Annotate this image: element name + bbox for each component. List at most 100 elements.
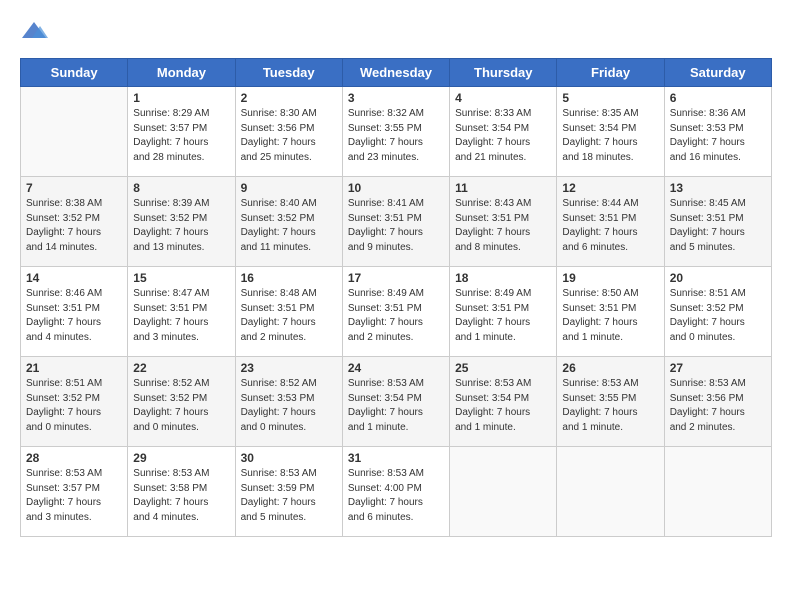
- calendar-cell: 8 Sunrise: 8:39 AM Sunset: 3:52 PM Daylig…: [128, 177, 235, 267]
- weekday-header-thursday: Thursday: [450, 59, 557, 87]
- page-header: [20, 20, 772, 42]
- weekday-header-saturday: Saturday: [664, 59, 771, 87]
- calendar-cell: 23 Sunrise: 8:52 AM Sunset: 3:53 PM Dayli…: [235, 357, 342, 447]
- day-number: 5: [562, 91, 658, 105]
- calendar-cell: 18 Sunrise: 8:49 AM Sunset: 3:51 PM Dayli…: [450, 267, 557, 357]
- weekday-header-tuesday: Tuesday: [235, 59, 342, 87]
- calendar-week-row: 28Sunrise: 8:53 AM Sunset: 3:57 PM Dayli…: [21, 447, 772, 537]
- day-number: 20: [670, 271, 766, 285]
- cell-content: Sunrise: 8:48 AM Sunset: 3:51 PM Dayligh…: [241, 287, 337, 345]
- day-number: 3: [348, 91, 444, 105]
- calendar-cell: 17 Sunrise: 8:49 AM Sunset: 3:51 PM Dayli…: [342, 267, 449, 357]
- cell-content: Sunrise: 8:38 AM Sunset: 3:52 PM Dayligh…: [26, 197, 122, 255]
- calendar-cell: [21, 87, 128, 177]
- day-number: 26: [562, 361, 658, 375]
- calendar-week-row: 1Sunrise: 8:29 AM Sunset: 3:57 PM Daylig…: [21, 87, 772, 177]
- day-number: 18: [455, 271, 551, 285]
- cell-content: Sunrise: 8:32 AM Sunset: 3:55 PM Dayligh…: [348, 107, 444, 165]
- cell-content: Sunrise: 8:49 AM Sunset: 3:51 PM Dayligh…: [455, 287, 551, 345]
- day-number: 12: [562, 181, 658, 195]
- day-number: 29: [133, 451, 229, 465]
- calendar-cell: 28Sunrise: 8:53 AM Sunset: 3:57 PM Dayli…: [21, 447, 128, 537]
- day-number: 30: [241, 451, 337, 465]
- calendar-cell: 29 Sunrise: 8:53 AM Sunset: 3:58 PM Dayli…: [128, 447, 235, 537]
- day-number: 10: [348, 181, 444, 195]
- cell-content: Sunrise: 8:49 AM Sunset: 3:51 PM Dayligh…: [348, 287, 444, 345]
- weekday-header-wednesday: Wednesday: [342, 59, 449, 87]
- calendar-week-row: 21 Sunrise: 8:51 AM Sunset: 3:52 PM Dayli…: [21, 357, 772, 447]
- cell-content: Sunrise: 8:53 AM Sunset: 3:59 PM Dayligh…: [241, 467, 337, 525]
- day-number: 28: [26, 451, 122, 465]
- cell-content: Sunrise: 8:40 AM Sunset: 3:52 PM Dayligh…: [241, 197, 337, 255]
- logo: [20, 20, 52, 42]
- cell-content: Sunrise: 8:41 AM Sunset: 3:51 PM Dayligh…: [348, 197, 444, 255]
- day-number: 14: [26, 271, 122, 285]
- day-number: 24: [348, 361, 444, 375]
- calendar-cell: 4 Sunrise: 8:33 AM Sunset: 3:54 PM Daylig…: [450, 87, 557, 177]
- day-number: 9: [241, 181, 337, 195]
- cell-content: Sunrise: 8:53 AM Sunset: 3:54 PM Dayligh…: [348, 377, 444, 435]
- cell-content: Sunrise: 8:30 AM Sunset: 3:56 PM Dayligh…: [241, 107, 337, 165]
- day-number: 21: [26, 361, 122, 375]
- calendar-cell: 31 Sunrise: 8:53 AM Sunset: 4:00 PM Dayli…: [342, 447, 449, 537]
- calendar-cell: 24 Sunrise: 8:53 AM Sunset: 3:54 PM Dayli…: [342, 357, 449, 447]
- calendar-header: SundayMondayTuesdayWednesdayThursdayFrid…: [21, 59, 772, 87]
- cell-content: Sunrise: 8:33 AM Sunset: 3:54 PM Dayligh…: [455, 107, 551, 165]
- calendar-cell: 14Sunrise: 8:46 AM Sunset: 3:51 PM Dayli…: [21, 267, 128, 357]
- calendar-cell: 12 Sunrise: 8:44 AM Sunset: 3:51 PM Dayli…: [557, 177, 664, 267]
- calendar-cell: 7Sunrise: 8:38 AM Sunset: 3:52 PM Daylig…: [21, 177, 128, 267]
- day-number: 23: [241, 361, 337, 375]
- calendar-cell: 20 Sunrise: 8:51 AM Sunset: 3:52 PM Dayli…: [664, 267, 771, 357]
- day-number: 25: [455, 361, 551, 375]
- day-number: 22: [133, 361, 229, 375]
- calendar-body: 1Sunrise: 8:29 AM Sunset: 3:57 PM Daylig…: [21, 87, 772, 537]
- day-number: 19: [562, 271, 658, 285]
- cell-content: Sunrise: 8:53 AM Sunset: 3:54 PM Dayligh…: [455, 377, 551, 435]
- calendar-cell: 21 Sunrise: 8:51 AM Sunset: 3:52 PM Dayli…: [21, 357, 128, 447]
- cell-content: Sunrise: 8:44 AM Sunset: 3:51 PM Dayligh…: [562, 197, 658, 255]
- calendar-cell: 11Sunrise: 8:43 AM Sunset: 3:51 PM Dayli…: [450, 177, 557, 267]
- cell-content: Sunrise: 8:52 AM Sunset: 3:53 PM Dayligh…: [241, 377, 337, 435]
- cell-content: Sunrise: 8:51 AM Sunset: 3:52 PM Dayligh…: [670, 287, 766, 345]
- calendar-cell: 6 Sunrise: 8:36 AM Sunset: 3:53 PM Daylig…: [664, 87, 771, 177]
- day-number: 15: [133, 271, 229, 285]
- calendar-cell: [664, 447, 771, 537]
- calendar-cell: 2 Sunrise: 8:30 AM Sunset: 3:56 PM Daylig…: [235, 87, 342, 177]
- day-number: 17: [348, 271, 444, 285]
- calendar-cell: 15 Sunrise: 8:47 AM Sunset: 3:51 PM Dayli…: [128, 267, 235, 357]
- calendar-cell: 27Sunrise: 8:53 AM Sunset: 3:56 PM Dayli…: [664, 357, 771, 447]
- day-number: 4: [455, 91, 551, 105]
- calendar-cell: 5 Sunrise: 8:35 AM Sunset: 3:54 PM Daylig…: [557, 87, 664, 177]
- cell-content: Sunrise: 8:50 AM Sunset: 3:51 PM Dayligh…: [562, 287, 658, 345]
- cell-content: Sunrise: 8:53 AM Sunset: 3:56 PM Dayligh…: [670, 377, 766, 435]
- cell-content: Sunrise: 8:53 AM Sunset: 3:55 PM Dayligh…: [562, 377, 658, 435]
- calendar-cell: 25 Sunrise: 8:53 AM Sunset: 3:54 PM Dayli…: [450, 357, 557, 447]
- calendar-cell: 16Sunrise: 8:48 AM Sunset: 3:51 PM Dayli…: [235, 267, 342, 357]
- day-number: 8: [133, 181, 229, 195]
- cell-content: Sunrise: 8:39 AM Sunset: 3:52 PM Dayligh…: [133, 197, 229, 255]
- cell-content: Sunrise: 8:45 AM Sunset: 3:51 PM Dayligh…: [670, 197, 766, 255]
- cell-content: Sunrise: 8:53 AM Sunset: 4:00 PM Dayligh…: [348, 467, 444, 525]
- calendar-cell: [557, 447, 664, 537]
- calendar-cell: 19 Sunrise: 8:50 AM Sunset: 3:51 PM Dayli…: [557, 267, 664, 357]
- calendar-cell: 9 Sunrise: 8:40 AM Sunset: 3:52 PM Daylig…: [235, 177, 342, 267]
- day-number: 6: [670, 91, 766, 105]
- calendar-cell: 3 Sunrise: 8:32 AM Sunset: 3:55 PM Daylig…: [342, 87, 449, 177]
- cell-content: Sunrise: 8:47 AM Sunset: 3:51 PM Dayligh…: [133, 287, 229, 345]
- day-number: 31: [348, 451, 444, 465]
- calendar-week-row: 14Sunrise: 8:46 AM Sunset: 3:51 PM Dayli…: [21, 267, 772, 357]
- cell-content: Sunrise: 8:29 AM Sunset: 3:57 PM Dayligh…: [133, 107, 229, 165]
- cell-content: Sunrise: 8:51 AM Sunset: 3:52 PM Dayligh…: [26, 377, 122, 435]
- cell-content: Sunrise: 8:35 AM Sunset: 3:54 PM Dayligh…: [562, 107, 658, 165]
- calendar-week-row: 7Sunrise: 8:38 AM Sunset: 3:52 PM Daylig…: [21, 177, 772, 267]
- day-number: 2: [241, 91, 337, 105]
- weekday-header-row: SundayMondayTuesdayWednesdayThursdayFrid…: [21, 59, 772, 87]
- logo-icon: [20, 20, 48, 42]
- calendar-cell: 30 Sunrise: 8:53 AM Sunset: 3:59 PM Dayli…: [235, 447, 342, 537]
- cell-content: Sunrise: 8:36 AM Sunset: 3:53 PM Dayligh…: [670, 107, 766, 165]
- calendar-cell: [450, 447, 557, 537]
- day-number: 13: [670, 181, 766, 195]
- calendar-cell: 26 Sunrise: 8:53 AM Sunset: 3:55 PM Dayli…: [557, 357, 664, 447]
- cell-content: Sunrise: 8:53 AM Sunset: 3:58 PM Dayligh…: [133, 467, 229, 525]
- weekday-header-sunday: Sunday: [21, 59, 128, 87]
